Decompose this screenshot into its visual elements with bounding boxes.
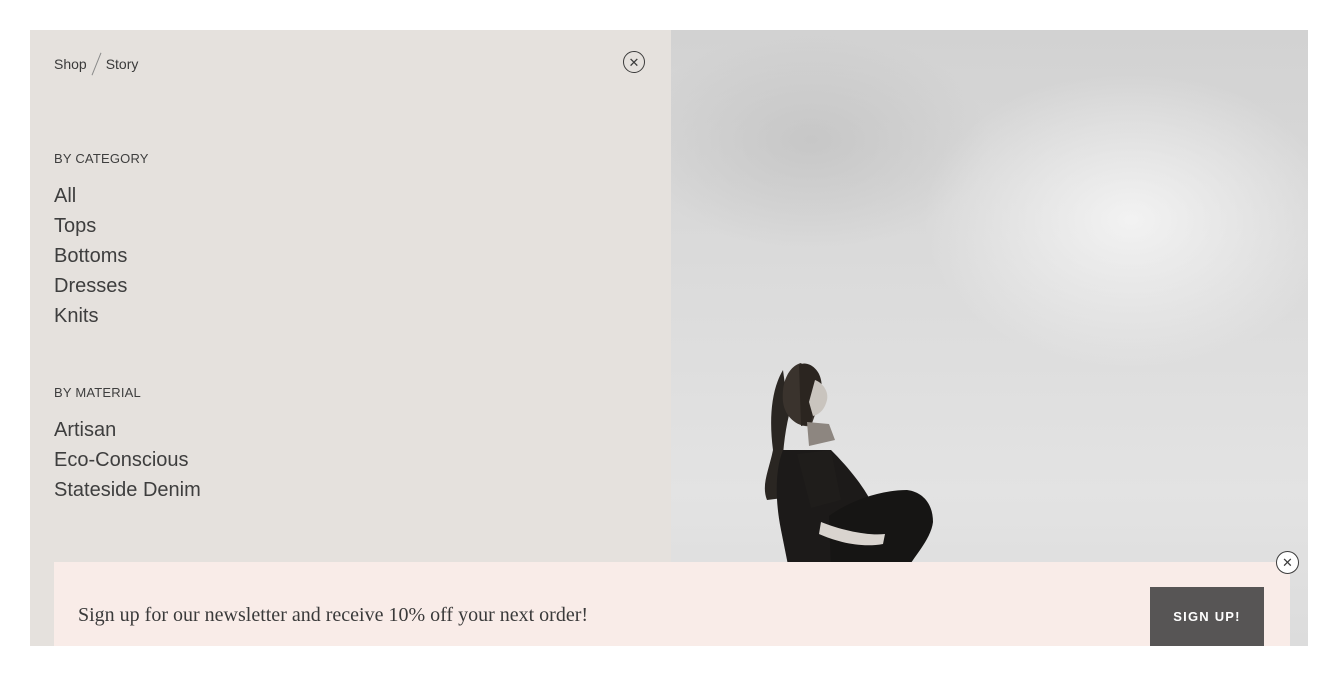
category-item-dresses[interactable]: Dresses [54,271,127,301]
close-icon: ✕ [628,54,640,70]
category-item-tops[interactable]: Tops [54,211,127,241]
hero-photo [671,30,1308,646]
newsletter-bar: Sign up for our newsletter and receive 1… [54,562,1290,646]
category-item-bottoms[interactable]: Bottoms [54,241,127,271]
breadcrumb-shop[interactable]: Shop [54,56,87,72]
menu-panel: Shop Story ✕ BY CATEGORY All Tops Bottom… [30,30,671,646]
material-heading: BY MATERIAL [54,385,141,400]
menu-close-button[interactable]: ✕ [623,51,645,73]
breadcrumb: Shop Story [54,52,138,76]
breadcrumb-separator [91,52,102,76]
material-item-stateside-denim[interactable]: Stateside Denim [54,475,201,505]
signup-button[interactable]: SIGN UP! [1150,587,1264,646]
category-heading: BY CATEGORY [54,151,149,166]
category-item-knits[interactable]: Knits [54,301,127,331]
page-frame: Shop Story ✕ BY CATEGORY All Tops Bottom… [30,30,1308,646]
material-list: Artisan Eco-Conscious Stateside Denim [54,415,201,505]
material-item-artisan[interactable]: Artisan [54,415,201,445]
category-item-all[interactable]: All [54,181,127,211]
material-item-eco-conscious[interactable]: Eco-Conscious [54,445,201,475]
breadcrumb-story[interactable]: Story [106,56,139,72]
close-icon: ✕ [1282,555,1293,570]
category-list: All Tops Bottoms Dresses Knits [54,181,127,331]
newsletter-text: Sign up for our newsletter and receive 1… [78,604,589,626]
woman-silhouette [764,363,933,570]
newsletter-close-button[interactable]: ✕ [1276,551,1299,574]
